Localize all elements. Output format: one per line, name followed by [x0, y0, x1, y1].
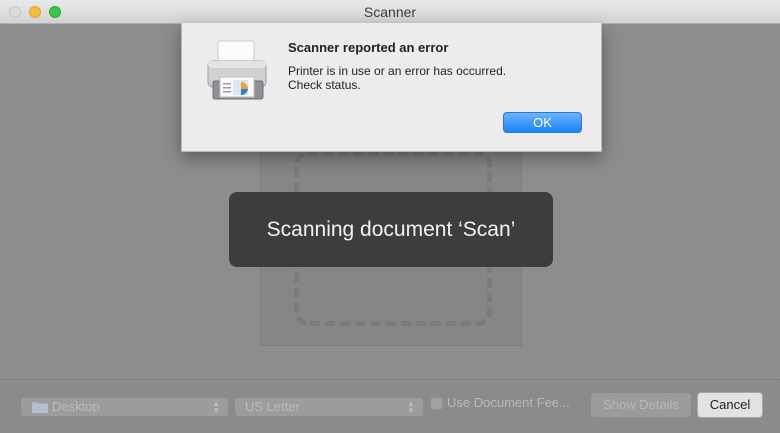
alert-message-line1: Printer is in use or an error has occurr…: [288, 64, 507, 78]
alert-title: Scanner reported an error: [288, 40, 449, 55]
window-title: Scanner: [363, 4, 417, 20]
cancel-button[interactable]: Cancel: [697, 392, 763, 418]
printer-icon: [207, 40, 267, 100]
error-alert-sheet: Scanner reported an error Printer is in …: [181, 23, 602, 152]
document-feeder-label: Use Document Fee...: [447, 395, 570, 410]
folder-icon: [32, 402, 48, 413]
paper-size-value: US Letter: [245, 399, 300, 414]
title-bar: Scanner: [0, 0, 780, 24]
document-feeder-checkbox[interactable]: [430, 397, 443, 410]
scanner-window: Scanner Scanning document ‘Scan’ Desktop…: [0, 0, 780, 433]
paper-size-popup[interactable]: US Letter ▲ ▼: [234, 397, 424, 417]
location-value: Desktop: [52, 399, 100, 414]
alert-message-line2: Check status.: [288, 78, 361, 92]
location-popup[interactable]: Desktop ▲ ▼: [20, 397, 229, 417]
scanning-status-overlay: Scanning document ‘Scan’: [229, 192, 553, 267]
popup-arrows-icon: ▲ ▼: [407, 399, 415, 415]
show-details-button[interactable]: Show Details: [590, 392, 692, 418]
popup-arrows-icon: ▲ ▼: [212, 399, 220, 415]
ok-button[interactable]: OK: [503, 112, 582, 133]
